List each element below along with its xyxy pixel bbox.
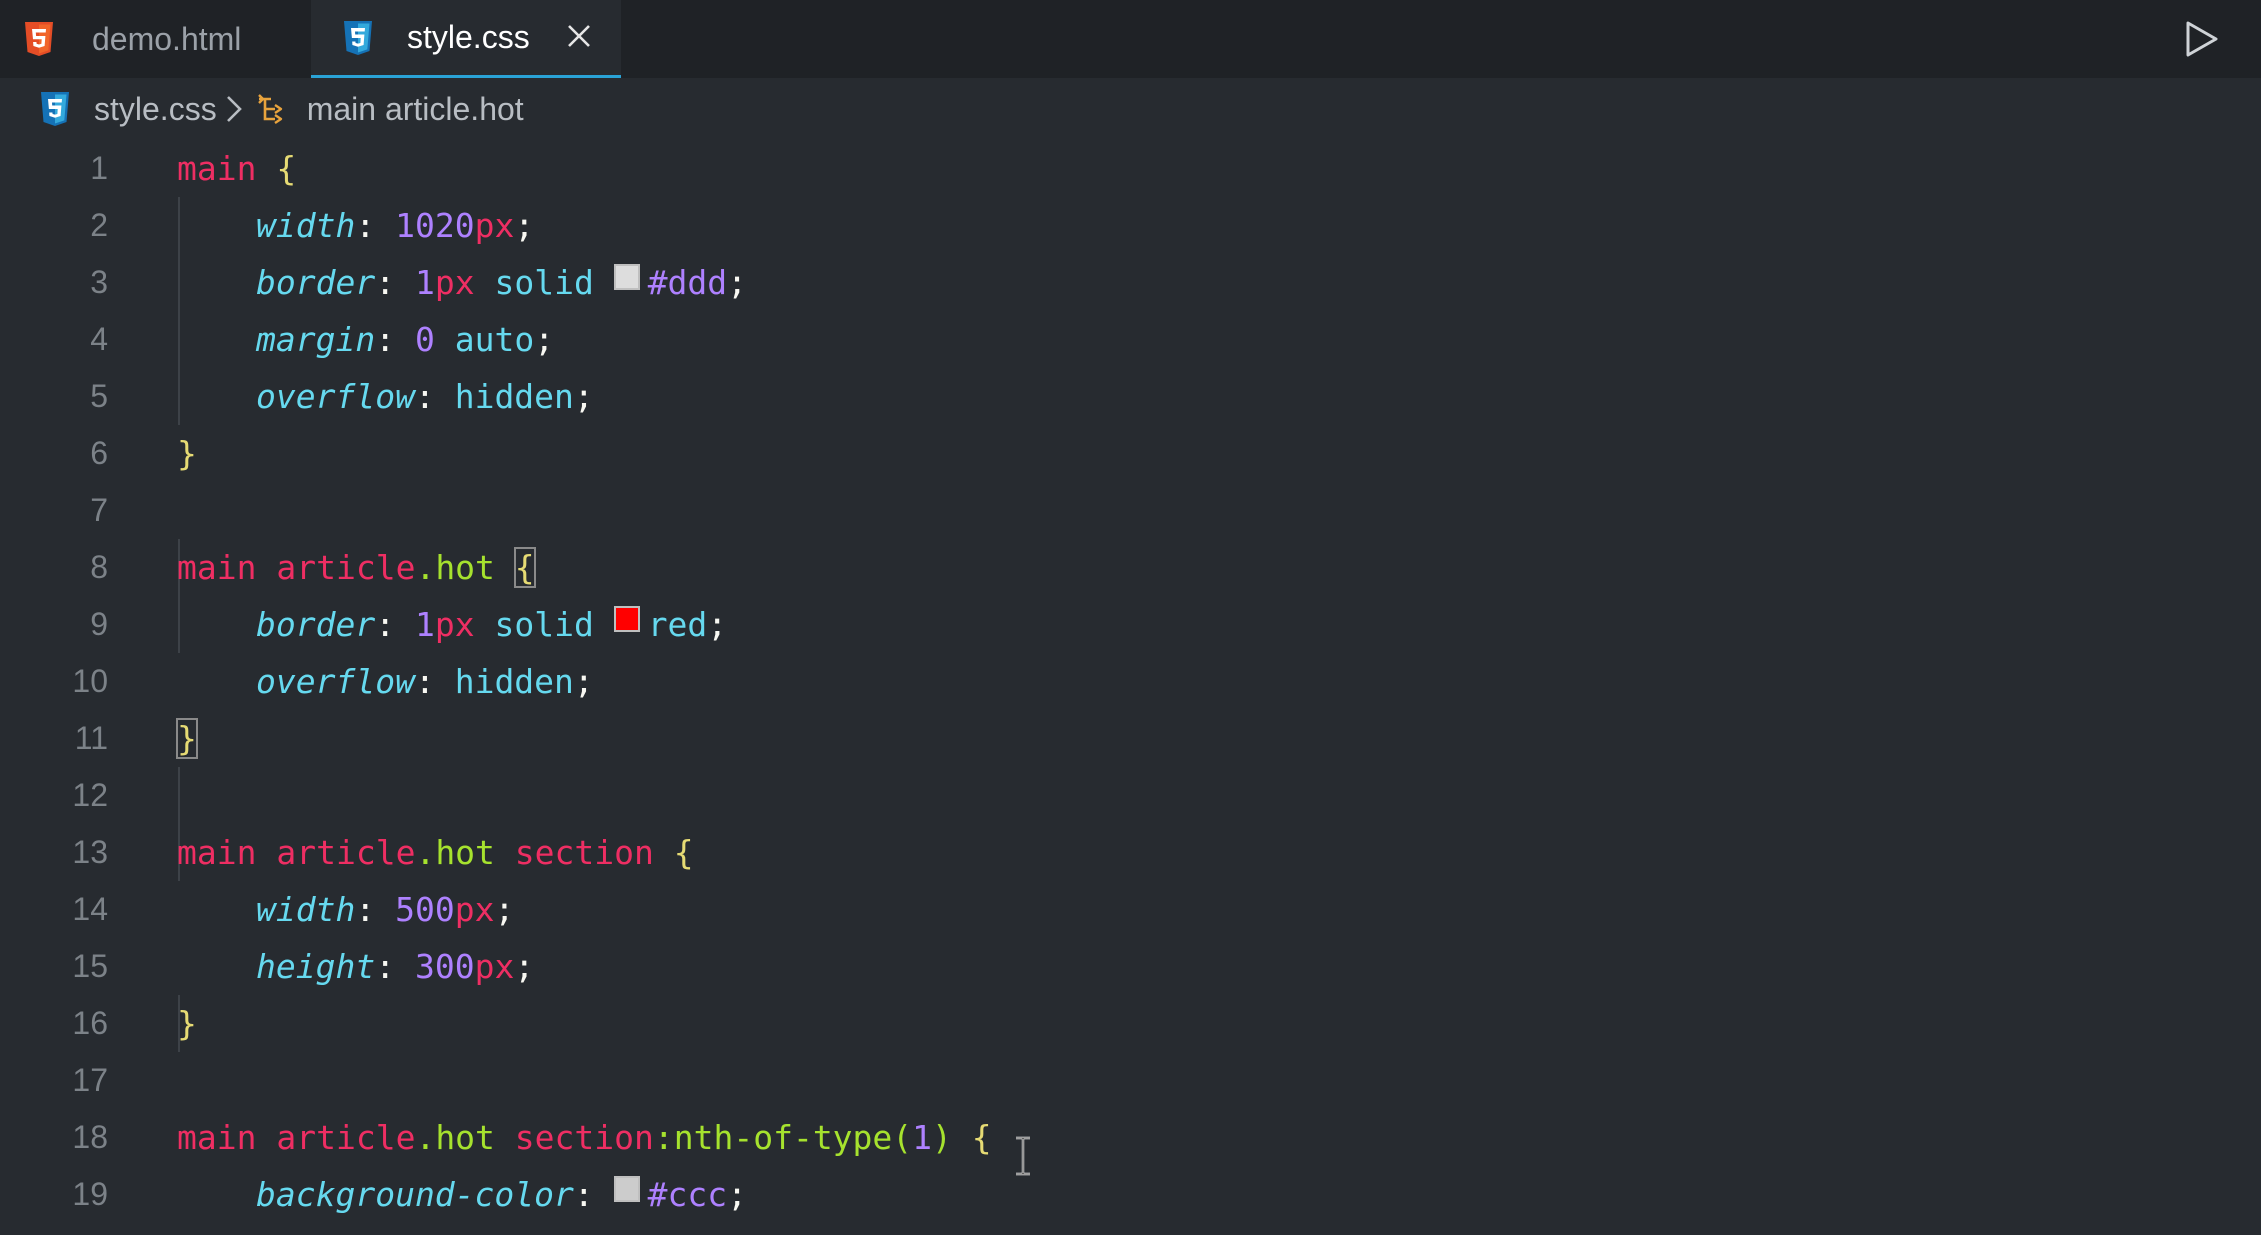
tab-label: style.css [407, 19, 530, 55]
line-number: 2 [90, 207, 108, 243]
code-text: main article.hot section { [177, 833, 694, 872]
code-text: background-color: #ccc; [256, 1175, 747, 1214]
code-line: 12 [0, 767, 2261, 824]
code-text: overflow: hidden; [256, 377, 594, 416]
code-line: 11 } [0, 710, 2261, 767]
code-text: border: 1px solid #ddd; [256, 263, 748, 302]
line-number: 15 [72, 948, 108, 984]
line-number: 4 [90, 321, 108, 357]
code-line: 10 overflow: hidden; [0, 653, 2261, 710]
code-line: 9 border: 1px solid red; [0, 596, 2261, 653]
code-line: 18 main article.hot section:nth-of-type(… [0, 1109, 2261, 1166]
color-swatch[interactable] [613, 606, 640, 632]
code-text: overflow: hidden; [256, 662, 594, 701]
line-number: 19 [72, 1176, 108, 1212]
code-text: width: 1020px; [256, 206, 535, 245]
breadcrumb-symbol[interactable]: main article.hot [307, 91, 524, 128]
line-number: 14 [72, 891, 108, 927]
line-number: 16 [72, 1005, 108, 1041]
code-line: 16 } [0, 995, 2261, 1052]
code-text: main { [177, 149, 297, 188]
matched-bracket: { [513, 547, 536, 588]
code-line: 5 overflow: hidden; [0, 368, 2261, 425]
chevron-right-icon [225, 94, 243, 124]
code-line: 17 [0, 1052, 2261, 1109]
code-text: } [177, 434, 197, 473]
code-text: } [177, 1004, 197, 1043]
line-number: 10 [72, 663, 108, 699]
code-line: 15 height: 300px; [0, 938, 2261, 995]
code-text: margin: 0 auto; [256, 320, 555, 359]
text-cursor-icon [1012, 1136, 1034, 1176]
code-line: 4 margin: 0 auto; [0, 311, 2261, 368]
tab-style-css[interactable]: style.css [311, 0, 621, 78]
code-editor[interactable]: 1 main { 2 width: 1020px; 3 border: 1px … [0, 140, 2261, 1235]
color-swatch[interactable] [613, 264, 640, 290]
matched-bracket: } [176, 718, 198, 759]
line-number: 9 [90, 606, 108, 642]
code-text: main article.hot section:nth-of-type(1) … [177, 1118, 992, 1157]
line-number: 12 [72, 777, 108, 813]
line-number: 13 [72, 834, 108, 870]
tab-label: demo.html [92, 20, 242, 57]
line-number: 3 [90, 264, 108, 300]
code-line: 1 main { [0, 140, 2261, 197]
code-text: } [176, 710, 198, 767]
code-line: 3 border: 1px solid #ddd; [0, 254, 2261, 311]
line-number: 17 [72, 1062, 108, 1098]
code-line: 13 main article.hot section { [0, 824, 2261, 881]
code-line: 19 background-color: #ccc; [0, 1166, 2261, 1223]
css3-icon [341, 19, 375, 57]
breadcrumb-file[interactable]: style.css [94, 91, 217, 128]
css3-icon [38, 90, 72, 128]
run-play-icon[interactable] [2174, 12, 2228, 66]
code-text: height: 300px; [256, 947, 535, 986]
code-line: 7 [0, 482, 2261, 539]
code-line: 8 main article.hot { [0, 539, 2261, 596]
line-number: 18 [72, 1119, 108, 1155]
html5-icon [22, 20, 56, 58]
line-number: 7 [90, 492, 108, 528]
color-swatch[interactable] [613, 1176, 640, 1202]
code-text: border: 1px solid red; [256, 605, 728, 644]
code-text: main article.hot { [177, 547, 536, 588]
close-tab-icon[interactable] [557, 14, 601, 58]
code-line: 14 width: 500px; [0, 881, 2261, 938]
code-text: width: 500px; [256, 890, 515, 929]
code-line: 6 } [0, 425, 2261, 482]
breadcrumb: style.css main article.hot [0, 78, 2261, 140]
tab-bar: demo.html style.css [0, 0, 2261, 78]
line-number: 1 [90, 150, 108, 186]
tab-demo-html[interactable]: demo.html [22, 0, 312, 78]
symbol-structure-icon [255, 91, 293, 127]
line-number: 11 [74, 720, 108, 756]
line-number: 6 [90, 435, 108, 471]
line-number: 5 [90, 378, 108, 414]
line-number: 8 [90, 549, 108, 585]
code-line: 2 width: 1020px; [0, 197, 2261, 254]
